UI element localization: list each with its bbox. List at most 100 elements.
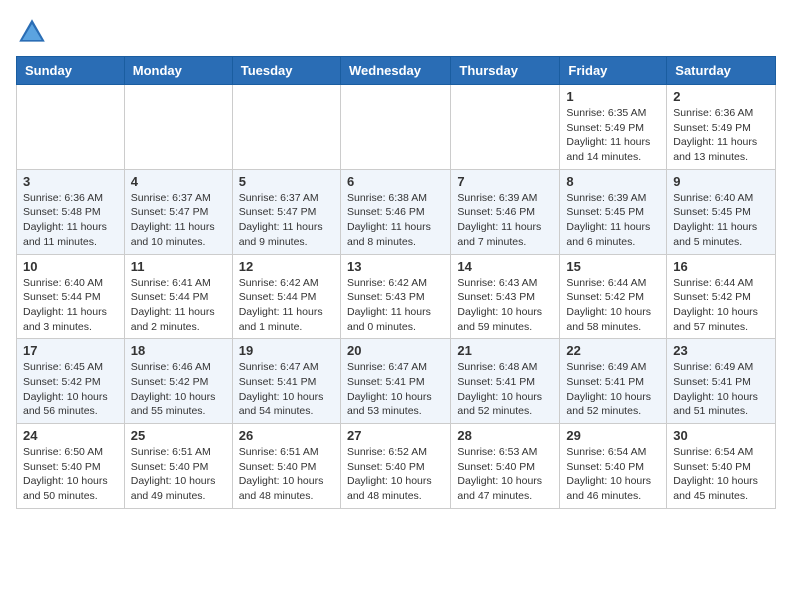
day-number: 8 (566, 174, 660, 189)
day-number: 20 (347, 343, 444, 358)
day-info: Sunrise: 6:46 AMSunset: 5:42 PMDaylight:… (131, 360, 226, 419)
day-number: 16 (673, 259, 769, 274)
day-info: Sunrise: 6:44 AMSunset: 5:42 PMDaylight:… (673, 276, 769, 335)
day-of-week-header: Tuesday (232, 57, 340, 85)
calendar-cell: 15 Sunrise: 6:44 AMSunset: 5:42 PMDayligh… (560, 254, 667, 339)
day-info: Sunrise: 6:36 AMSunset: 5:49 PMDaylight:… (673, 106, 769, 165)
day-info: Sunrise: 6:40 AMSunset: 5:44 PMDaylight:… (23, 276, 118, 335)
calendar-week-row: 17 Sunrise: 6:45 AMSunset: 5:42 PMDayligh… (17, 339, 776, 424)
day-info: Sunrise: 6:43 AMSunset: 5:43 PMDaylight:… (457, 276, 553, 335)
day-info: Sunrise: 6:42 AMSunset: 5:43 PMDaylight:… (347, 276, 444, 335)
calendar-cell (124, 85, 232, 170)
day-of-week-header: Thursday (451, 57, 560, 85)
day-number: 5 (239, 174, 334, 189)
calendar-cell (232, 85, 340, 170)
day-number: 3 (23, 174, 118, 189)
day-number: 7 (457, 174, 553, 189)
calendar-cell (451, 85, 560, 170)
day-number: 1 (566, 89, 660, 104)
calendar-cell: 18 Sunrise: 6:46 AMSunset: 5:42 PMDayligh… (124, 339, 232, 424)
calendar-cell: 4 Sunrise: 6:37 AMSunset: 5:47 PMDaylight… (124, 169, 232, 254)
day-of-week-header: Monday (124, 57, 232, 85)
day-number: 6 (347, 174, 444, 189)
calendar-cell: 21 Sunrise: 6:48 AMSunset: 5:41 PMDayligh… (451, 339, 560, 424)
calendar-cell: 16 Sunrise: 6:44 AMSunset: 5:42 PMDayligh… (667, 254, 776, 339)
day-number: 14 (457, 259, 553, 274)
day-info: Sunrise: 6:45 AMSunset: 5:42 PMDaylight:… (23, 360, 118, 419)
calendar-cell: 8 Sunrise: 6:39 AMSunset: 5:45 PMDaylight… (560, 169, 667, 254)
calendar-week-row: 10Sunrise: 6:40 AMSunset: 5:44 PMDayligh… (17, 254, 776, 339)
calendar-cell: 5 Sunrise: 6:37 AMSunset: 5:47 PMDaylight… (232, 169, 340, 254)
day-info: Sunrise: 6:42 AMSunset: 5:44 PMDaylight:… (239, 276, 334, 335)
day-number: 11 (131, 259, 226, 274)
day-info: Sunrise: 6:47 AMSunset: 5:41 PMDaylight:… (239, 360, 334, 419)
day-info: Sunrise: 6:51 AMSunset: 5:40 PMDaylight:… (131, 445, 226, 504)
calendar-cell: 25Sunrise: 6:51 AMSunset: 5:40 PMDayligh… (124, 424, 232, 509)
calendar-cell: 3Sunrise: 6:36 AMSunset: 5:48 PMDaylight… (17, 169, 125, 254)
calendar-cell: 7 Sunrise: 6:39 AMSunset: 5:46 PMDaylight… (451, 169, 560, 254)
calendar-cell: 12 Sunrise: 6:42 AMSunset: 5:44 PMDayligh… (232, 254, 340, 339)
calendar-cell (17, 85, 125, 170)
calendar-cell: 6 Sunrise: 6:38 AMSunset: 5:46 PMDaylight… (340, 169, 450, 254)
calendar-cell: 19 Sunrise: 6:47 AMSunset: 5:41 PMDayligh… (232, 339, 340, 424)
day-info: Sunrise: 6:37 AMSunset: 5:47 PMDaylight:… (131, 191, 226, 250)
day-info: Sunrise: 6:54 AMSunset: 5:40 PMDaylight:… (566, 445, 660, 504)
calendar-cell: 11 Sunrise: 6:41 AMSunset: 5:44 PMDayligh… (124, 254, 232, 339)
day-info: Sunrise: 6:51 AMSunset: 5:40 PMDaylight:… (239, 445, 334, 504)
day-info: Sunrise: 6:41 AMSunset: 5:44 PMDaylight:… (131, 276, 226, 335)
calendar-cell: 22 Sunrise: 6:49 AMSunset: 5:41 PMDayligh… (560, 339, 667, 424)
day-number: 17 (23, 343, 118, 358)
day-info: Sunrise: 6:49 AMSunset: 5:41 PMDaylight:… (673, 360, 769, 419)
day-number: 12 (239, 259, 334, 274)
day-number: 19 (239, 343, 334, 358)
day-of-week-header: Saturday (667, 57, 776, 85)
calendar-table: SundayMondayTuesdayWednesdayThursdayFrid… (16, 56, 776, 509)
day-info: Sunrise: 6:50 AMSunset: 5:40 PMDaylight:… (23, 445, 118, 504)
day-info: Sunrise: 6:38 AMSunset: 5:46 PMDaylight:… (347, 191, 444, 250)
calendar-cell: 27Sunrise: 6:52 AMSunset: 5:40 PMDayligh… (340, 424, 450, 509)
calendar-cell: 14 Sunrise: 6:43 AMSunset: 5:43 PMDayligh… (451, 254, 560, 339)
day-info: Sunrise: 6:53 AMSunset: 5:40 PMDaylight:… (457, 445, 553, 504)
day-number: 22 (566, 343, 660, 358)
day-number: 4 (131, 174, 226, 189)
day-info: Sunrise: 6:40 AMSunset: 5:45 PMDaylight:… (673, 191, 769, 250)
day-info: Sunrise: 6:47 AMSunset: 5:41 PMDaylight:… (347, 360, 444, 419)
day-number: 13 (347, 259, 444, 274)
day-info: Sunrise: 6:39 AMSunset: 5:45 PMDaylight:… (566, 191, 660, 250)
calendar-cell: 9Sunrise: 6:40 AMSunset: 5:45 PMDaylight… (667, 169, 776, 254)
calendar-cell: 10Sunrise: 6:40 AMSunset: 5:44 PMDayligh… (17, 254, 125, 339)
calendar-week-row: 24 Sunrise: 6:50 AMSunset: 5:40 PMDayligh… (17, 424, 776, 509)
calendar-cell: 23 Sunrise: 6:49 AMSunset: 5:41 PMDayligh… (667, 339, 776, 424)
calendar-cell: 26 Sunrise: 6:51 AMSunset: 5:40 PMDayligh… (232, 424, 340, 509)
calendar-cell: 13 Sunrise: 6:42 AMSunset: 5:43 PMDayligh… (340, 254, 450, 339)
calendar-cell: 2 Sunrise: 6:36 AMSunset: 5:49 PMDaylight… (667, 85, 776, 170)
day-info: Sunrise: 6:49 AMSunset: 5:41 PMDaylight:… (566, 360, 660, 419)
day-number: 18 (131, 343, 226, 358)
calendar-cell (340, 85, 450, 170)
day-info: Sunrise: 6:37 AMSunset: 5:47 PMDaylight:… (239, 191, 334, 250)
calendar-week-row: 1 Sunrise: 6:35 AMSunset: 5:49 PMDaylight… (17, 85, 776, 170)
day-info: Sunrise: 6:39 AMSunset: 5:46 PMDaylight:… (457, 191, 553, 250)
calendar-cell: 20 Sunrise: 6:47 AMSunset: 5:41 PMDayligh… (340, 339, 450, 424)
day-number: 30 (673, 428, 769, 443)
calendar-header-row: SundayMondayTuesdayWednesdayThursdayFrid… (17, 57, 776, 85)
day-number: 28 (457, 428, 553, 443)
calendar-week-row: 3Sunrise: 6:36 AMSunset: 5:48 PMDaylight… (17, 169, 776, 254)
day-info: Sunrise: 6:44 AMSunset: 5:42 PMDaylight:… (566, 276, 660, 335)
day-number: 24 (23, 428, 118, 443)
day-number: 15 (566, 259, 660, 274)
day-info: Sunrise: 6:35 AMSunset: 5:49 PMDaylight:… (566, 106, 660, 165)
day-number: 26 (239, 428, 334, 443)
calendar-cell: 17 Sunrise: 6:45 AMSunset: 5:42 PMDayligh… (17, 339, 125, 424)
day-number: 29 (566, 428, 660, 443)
day-info: Sunrise: 6:54 AMSunset: 5:40 PMDaylight:… (673, 445, 769, 504)
day-number: 2 (673, 89, 769, 104)
logo-icon (16, 16, 48, 48)
day-of-week-header: Wednesday (340, 57, 450, 85)
day-number: 21 (457, 343, 553, 358)
calendar-cell: 24 Sunrise: 6:50 AMSunset: 5:40 PMDayligh… (17, 424, 125, 509)
day-info: Sunrise: 6:48 AMSunset: 5:41 PMDaylight:… (457, 360, 553, 419)
page-header (16, 16, 776, 48)
day-number: 23 (673, 343, 769, 358)
day-of-week-header: Friday (560, 57, 667, 85)
